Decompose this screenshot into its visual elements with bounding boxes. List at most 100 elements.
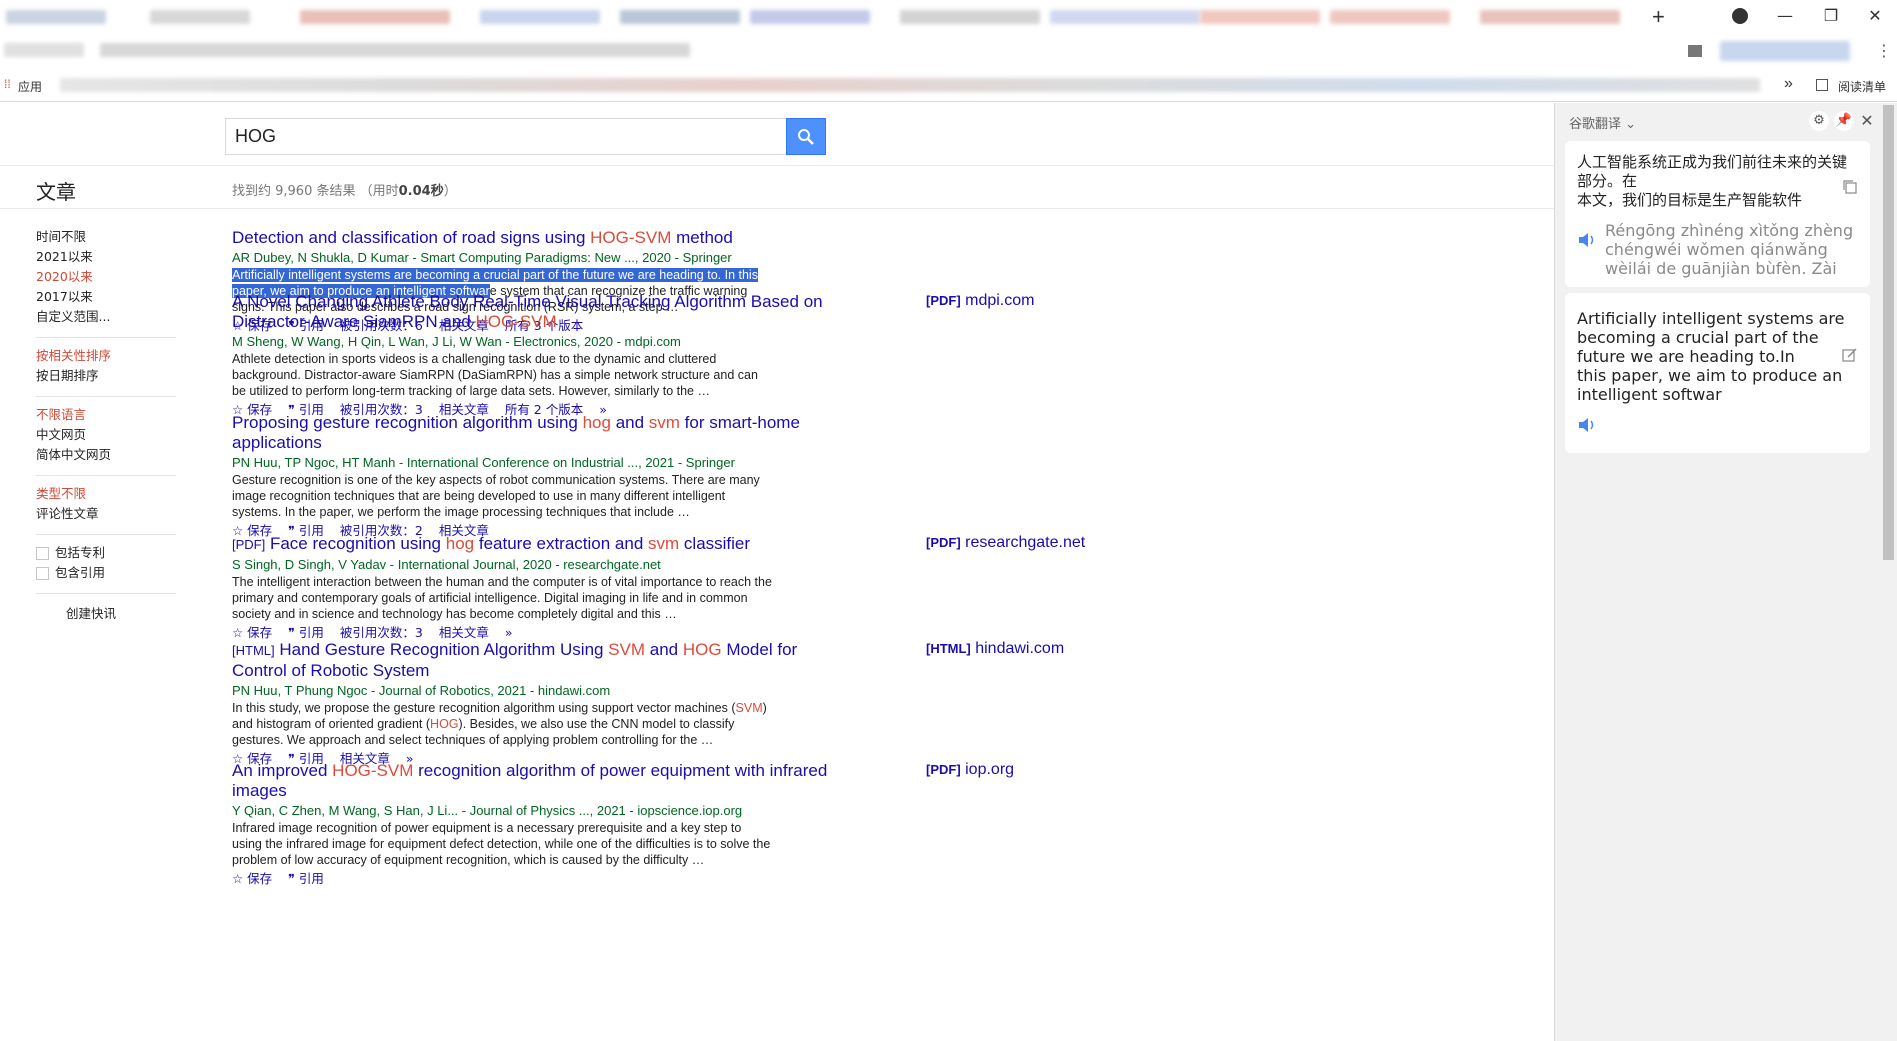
time-filter-custom[interactable]: 自定义范围...	[36, 307, 176, 327]
result-title[interactable]: Proposing gesture recognition algorithm …	[232, 413, 832, 453]
include-citations-option[interactable]: 包含引用	[36, 563, 176, 583]
language-simplified-chinese[interactable]: 简体中文网页	[36, 445, 176, 465]
page-scrollbar[interactable]	[1880, 103, 1897, 1041]
tab-blurred[interactable]	[1330, 10, 1450, 24]
new-tab-button[interactable]: +	[1652, 4, 1665, 30]
tab-search-icon[interactable]	[1732, 8, 1748, 24]
bookmark-page-icon[interactable]	[1688, 45, 1702, 57]
full-text-tag[interactable]: [HTML]	[926, 641, 971, 656]
tab-blurred[interactable]	[300, 10, 450, 24]
full-text-domain[interactable]: mdpi.com	[965, 292, 1034, 309]
full-text-link[interactable]: [HTML] hindawi.com	[926, 640, 1064, 658]
title-text[interactable]: and	[611, 413, 649, 432]
title-highlight[interactable]: HOG-SVM	[332, 761, 413, 780]
title-text[interactable]: Hand Gesture Recognition Algorithm Using	[279, 640, 608, 659]
reading-list-icon[interactable]	[1816, 79, 1828, 91]
tab-blurred[interactable]	[1200, 10, 1320, 24]
title-highlight[interactable]: svm	[649, 413, 680, 432]
bookmarks-blurred[interactable]	[60, 78, 1760, 92]
title-text[interactable]: Detection and classification of road sig…	[232, 228, 590, 247]
result-title[interactable]: An improved HOG-SVM recognition algorith…	[232, 761, 832, 801]
translate-panel-title[interactable]: 谷歌翻译 ⌄	[1569, 113, 1636, 132]
full-text-tag[interactable]: [PDF]	[926, 293, 961, 308]
speaker-icon[interactable]	[1577, 231, 1597, 249]
translate-title-text[interactable]: 谷歌翻译	[1569, 117, 1621, 132]
result-title[interactable]: Detection and classification of road sig…	[232, 228, 832, 248]
title-highlight[interactable]: hog	[583, 413, 611, 432]
result-title[interactable]: [HTML] Hand Gesture Recognition Algorith…	[232, 640, 832, 681]
related-articles-link[interactable]: 相关文章	[439, 625, 489, 640]
tab-blurred[interactable]	[900, 10, 1040, 24]
gear-icon[interactable]: ⚙	[1809, 111, 1829, 131]
tab-blurred[interactable]	[750, 10, 870, 24]
more-icon[interactable]: »	[505, 625, 513, 640]
type-any[interactable]: 类型不限	[36, 484, 176, 504]
include-citations-checkbox[interactable]	[36, 566, 49, 580]
title-text[interactable]: Proposing gesture recognition algorithm …	[232, 413, 583, 432]
save-link[interactable]: ☆ 保存	[232, 871, 272, 886]
cited-by-link[interactable]: 被引用次数：3	[340, 625, 423, 640]
include-patents-option[interactable]: 包括专利	[36, 543, 176, 563]
title-text[interactable]: An improved	[232, 761, 332, 780]
extensions-blurred[interactable]	[1720, 41, 1850, 61]
title-highlight[interactable]: HOG	[683, 640, 722, 659]
tab-blurred[interactable]	[480, 10, 600, 24]
title-highlight[interactable]: hog	[446, 534, 474, 553]
save-link[interactable]: ☆ 保存	[232, 625, 272, 640]
result-title[interactable]: A Novel Changing Athlete Body Real-Time …	[232, 292, 832, 332]
nav-buttons-blurred[interactable]	[4, 43, 84, 57]
more-bookmarks[interactable]: »	[1784, 75, 1793, 93]
title-text[interactable]: and	[645, 640, 683, 659]
apps-icon[interactable]: ⁞⁞	[4, 77, 11, 91]
title-highlight[interactable]: HOG-SVM	[475, 312, 556, 331]
reading-list-label[interactable]: 阅读清单	[1838, 78, 1886, 95]
time-filter-2017[interactable]: 2017以来	[36, 287, 176, 307]
full-text-tag[interactable]: [PDF]	[926, 535, 961, 550]
full-text-link[interactable]: [PDF] iop.org	[926, 761, 1014, 779]
result-title[interactable]: [PDF] Face recognition using hog feature…	[232, 534, 832, 555]
close-icon[interactable]: ✕	[1857, 111, 1877, 131]
sort-by-relevance[interactable]: 按相关性排序	[36, 346, 176, 366]
language-chinese[interactable]: 中文网页	[36, 425, 176, 445]
title-highlight[interactable]: HOG-SVM	[590, 228, 671, 247]
search-input[interactable]: HOG	[225, 118, 787, 155]
url-field-blurred[interactable]	[100, 43, 690, 57]
title-highlight[interactable]: SVM	[608, 640, 645, 659]
tab-blurred[interactable]	[620, 10, 740, 24]
time-filter-any[interactable]: 时间不限	[36, 227, 176, 247]
title-text[interactable]: method	[671, 228, 733, 247]
cite-link[interactable]: ❞ 引用	[288, 871, 324, 886]
full-text-tag[interactable]: [PDF]	[926, 762, 961, 777]
apps-label[interactable]: 应用	[18, 78, 42, 95]
menu-icon[interactable]: ⋮	[1876, 41, 1892, 61]
title-text[interactable]: classifier	[679, 534, 750, 553]
full-text-link[interactable]: [PDF] researchgate.net	[926, 534, 1085, 552]
scrollbar-thumb[interactable]	[1883, 105, 1894, 560]
chevron-down-icon[interactable]: ⌄	[1625, 117, 1636, 132]
copy-icon[interactable]	[1842, 179, 1858, 195]
tab-blurred[interactable]	[6, 10, 106, 24]
create-alert-button[interactable]: 创建快讯	[36, 604, 176, 624]
sort-by-date[interactable]: 按日期排序	[36, 366, 176, 386]
cite-link[interactable]: ❞ 引用	[288, 625, 324, 640]
full-text-domain[interactable]: hindawi.com	[975, 640, 1064, 657]
tab-blurred[interactable]	[1480, 10, 1620, 24]
full-text-domain[interactable]: researchgate.net	[965, 534, 1085, 551]
time-filter-2020[interactable]: 2020以来	[36, 267, 176, 287]
type-review[interactable]: 评论性文章	[36, 504, 176, 524]
speaker-icon[interactable]	[1577, 416, 1597, 434]
full-text-link[interactable]: [PDF] mdpi.com	[926, 292, 1034, 310]
language-any[interactable]: 不限语言	[36, 405, 176, 425]
search-button[interactable]	[786, 118, 826, 155]
tab-blurred[interactable]	[1050, 10, 1200, 24]
restore-icon[interactable]: ❐	[1808, 4, 1854, 28]
title-text[interactable]: feature extraction and	[474, 534, 648, 553]
close-window-icon[interactable]: ✕	[1852, 4, 1897, 28]
title-highlight[interactable]: svm	[648, 534, 679, 553]
title-text[interactable]: Face recognition using	[270, 534, 446, 553]
tab-blurred[interactable]	[150, 10, 250, 24]
full-text-domain[interactable]: iop.org	[965, 761, 1014, 778]
time-filter-2021[interactable]: 2021以来	[36, 247, 176, 267]
edit-icon[interactable]	[1842, 347, 1858, 363]
pin-icon[interactable]: 📌	[1834, 111, 1854, 131]
